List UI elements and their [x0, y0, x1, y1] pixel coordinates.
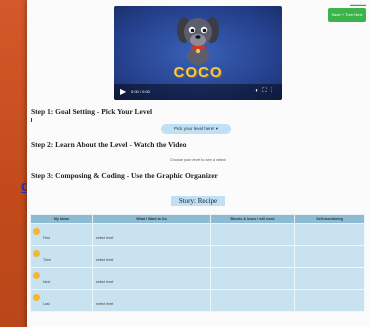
- table-row: Last select level: [30, 289, 365, 312]
- text-cursor: [31, 118, 32, 122]
- play-icon[interactable]: ▶: [120, 87, 126, 96]
- column-header: Self-monitoring: [294, 214, 365, 224]
- bulb-icon: [33, 272, 40, 279]
- column-header: Blocks & Icons I will need: [210, 214, 295, 224]
- order-label: First: [43, 236, 50, 240]
- self-monitoring-cell[interactable]: [294, 223, 365, 246]
- story-title: Story: Recipe: [171, 196, 225, 206]
- dog-mascot-icon: [177, 17, 219, 65]
- background-link[interactable]: d: [0, 178, 30, 195]
- self-monitoring-cell[interactable]: [294, 245, 365, 268]
- idea-cell[interactable]: Last: [30, 289, 93, 312]
- select-level-dropdown[interactable]: select level: [93, 258, 113, 262]
- table-row: Next select level: [30, 267, 365, 290]
- select-level-dropdown[interactable]: select level: [93, 236, 113, 240]
- want-cell[interactable]: select level: [92, 289, 211, 312]
- level-picker-dropdown[interactable]: Pick your level here! ▾: [161, 124, 231, 134]
- order-label: Then: [43, 258, 51, 262]
- table-row: Then select level: [30, 245, 365, 268]
- column-header: What I Want to Do: [92, 214, 211, 224]
- table-header-row: My Ideas What I Want to Do Blocks & Icon…: [30, 214, 365, 224]
- corner-button[interactable]: Save + Turn Next: [328, 8, 366, 22]
- table-row: First select level: [30, 223, 365, 246]
- step-3-heading: Step 3: Composing & Coding - Use the Gra…: [31, 171, 218, 180]
- background-strip: [0, 0, 30, 327]
- idea-cell[interactable]: First: [30, 223, 93, 246]
- column-header: My Ideas: [30, 214, 93, 224]
- want-cell[interactable]: select level: [92, 267, 211, 290]
- graphic-organizer-table: My Ideas What I Want to Do Blocks & Icon…: [30, 214, 365, 312]
- step-2-heading: Step 2: Learn About the Level - Watch th…: [31, 140, 187, 149]
- step-1-heading: Step 1: Goal Setting - Pick Your Level: [31, 107, 153, 116]
- bulb-icon: [33, 294, 40, 301]
- corner-caption: ▬▬▬▬: [350, 2, 366, 7]
- blocks-cell[interactable]: [210, 245, 295, 268]
- bulb-icon: [33, 228, 40, 235]
- video-controls: ▶ 0:00 / 0:00 ◖⛶⋮: [114, 84, 282, 100]
- select-level-dropdown[interactable]: select level: [93, 302, 113, 306]
- want-cell[interactable]: select level: [92, 245, 211, 268]
- bulb-icon: [33, 250, 40, 257]
- want-cell[interactable]: select level: [92, 223, 211, 246]
- more-icon[interactable]: ⋮: [270, 88, 276, 94]
- video-control-icons[interactable]: ◖⛶⋮: [255, 88, 276, 95]
- video-player[interactable]: COCO ▶ 0:00 / 0:00 ◖⛶⋮: [114, 6, 282, 100]
- order-label: Last: [43, 302, 50, 306]
- idea-cell[interactable]: Next: [30, 267, 93, 290]
- order-label: Next: [43, 280, 51, 284]
- video-hint: Choose your level to see a video!: [169, 158, 227, 162]
- select-level-dropdown[interactable]: select level: [93, 280, 113, 284]
- video-time: 0:00 / 0:00: [131, 89, 150, 94]
- self-monitoring-cell[interactable]: [294, 289, 365, 312]
- video-title: COCO: [173, 64, 223, 81]
- blocks-cell[interactable]: [210, 289, 295, 312]
- blocks-cell[interactable]: [210, 267, 295, 290]
- document-page: ▬▬▬▬ Save + Turn Next COCO ▶ 0:00 / 0:00…: [27, 0, 369, 327]
- self-monitoring-cell[interactable]: [294, 267, 365, 290]
- idea-cell[interactable]: Then: [30, 245, 93, 268]
- blocks-cell[interactable]: [210, 223, 295, 246]
